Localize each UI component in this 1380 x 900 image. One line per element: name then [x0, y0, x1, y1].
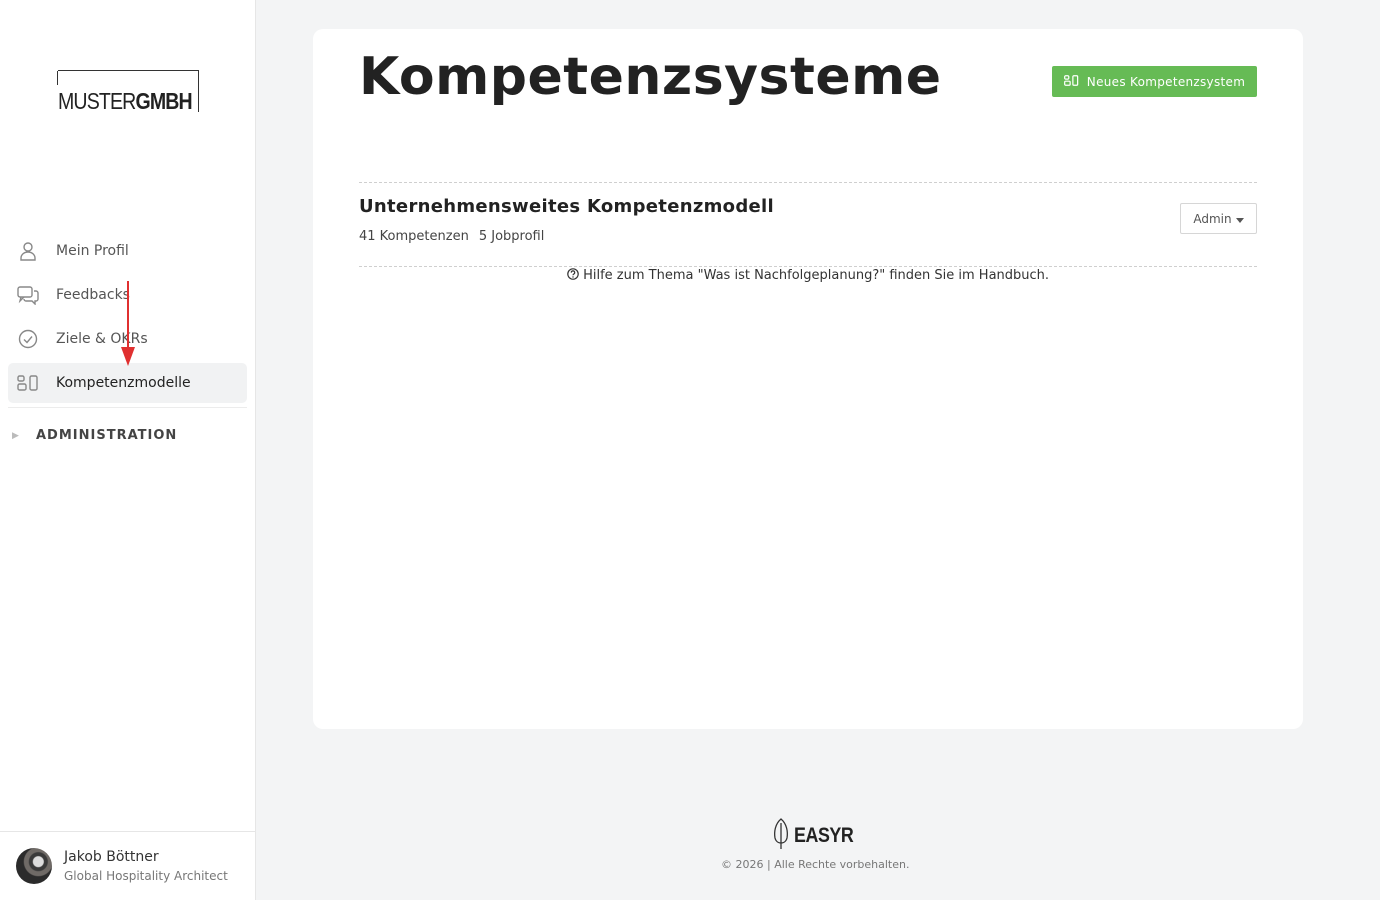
competency-system-title[interactable]: Unternehmensweites Kompetenzmodell [359, 196, 774, 217]
caret-down-icon [1235, 212, 1244, 226]
competency-model-icon [1063, 74, 1079, 89]
easyr-brand-text: EASYR [794, 824, 854, 847]
avatar [16, 848, 52, 884]
copyright: © 2026 | Alle Rechte vorbehalten. [721, 858, 910, 871]
user-role: Global Hospitality Architect [64, 869, 228, 883]
divider-bottom [359, 266, 1257, 267]
logo-text-bold: GMBH [135, 88, 192, 114]
user-profile[interactable]: Jakob Böttner Global Hospitality Archite… [0, 831, 255, 900]
jobprofile-count: 5 Jobprofil [478, 229, 545, 244]
easyr-logo[interactable]: EASYR [772, 818, 864, 854]
competency-count: 41 Kompetenzen [359, 229, 469, 244]
competency-system-meta: 41 Kompetenzen 5 Jobprofil [359, 229, 544, 244]
help-link[interactable]: Hilfe zum Thema "Was ist Nachfolgeplanun… [583, 268, 1049, 283]
help-hint: Hilfe zum Thema "Was ist Nachfolgeplanun… [359, 268, 1257, 283]
new-competency-system-button[interactable]: Neues Kompetenzsystem [1052, 66, 1257, 97]
user-name: Jakob Böttner [64, 849, 159, 865]
divider-top [359, 182, 1257, 183]
admin-dropdown-button[interactable]: Admin [1180, 203, 1257, 234]
question-circle-icon [567, 268, 583, 283]
competency-model-icon [8, 375, 48, 391]
caret-right-icon: ▶ [12, 430, 19, 441]
sidebar-item-mein-profil[interactable]: Mein Profil [8, 231, 247, 271]
sidebar-item-label: Mein Profil [56, 243, 129, 259]
chat-bubbles-icon [8, 285, 48, 305]
sidebar-section-administration[interactable]: ▶ ADMINISTRATION [12, 428, 177, 443]
logo-text-light: MUSTER [58, 88, 136, 114]
sidebar-item-kompetenzmodelle[interactable]: Kompetenzmodelle [8, 363, 247, 403]
check-circle-icon [8, 329, 48, 349]
feather-icon [772, 818, 790, 854]
user-icon [8, 241, 48, 261]
main-card: Kompetenzsysteme Neues Kompetenzsystem U… [313, 29, 1303, 729]
new-button-label: Neues Kompetenzsystem [1086, 74, 1246, 89]
sidebar-item-label: Kompetenzmodelle [56, 375, 191, 391]
logo-text: MUSTERGMBH [58, 88, 193, 114]
nav-divider [8, 407, 247, 408]
sidebar: MUSTERGMBH Mein Profil Feedbacks Ziele &… [0, 0, 256, 900]
page-title: Kompetenzsysteme [359, 47, 942, 107]
administration-label: ADMINISTRATION [36, 428, 178, 443]
company-logo[interactable]: MUSTERGMBH [57, 70, 200, 114]
annotation-arrow [121, 281, 135, 366]
admin-label: Admin [1193, 211, 1232, 226]
